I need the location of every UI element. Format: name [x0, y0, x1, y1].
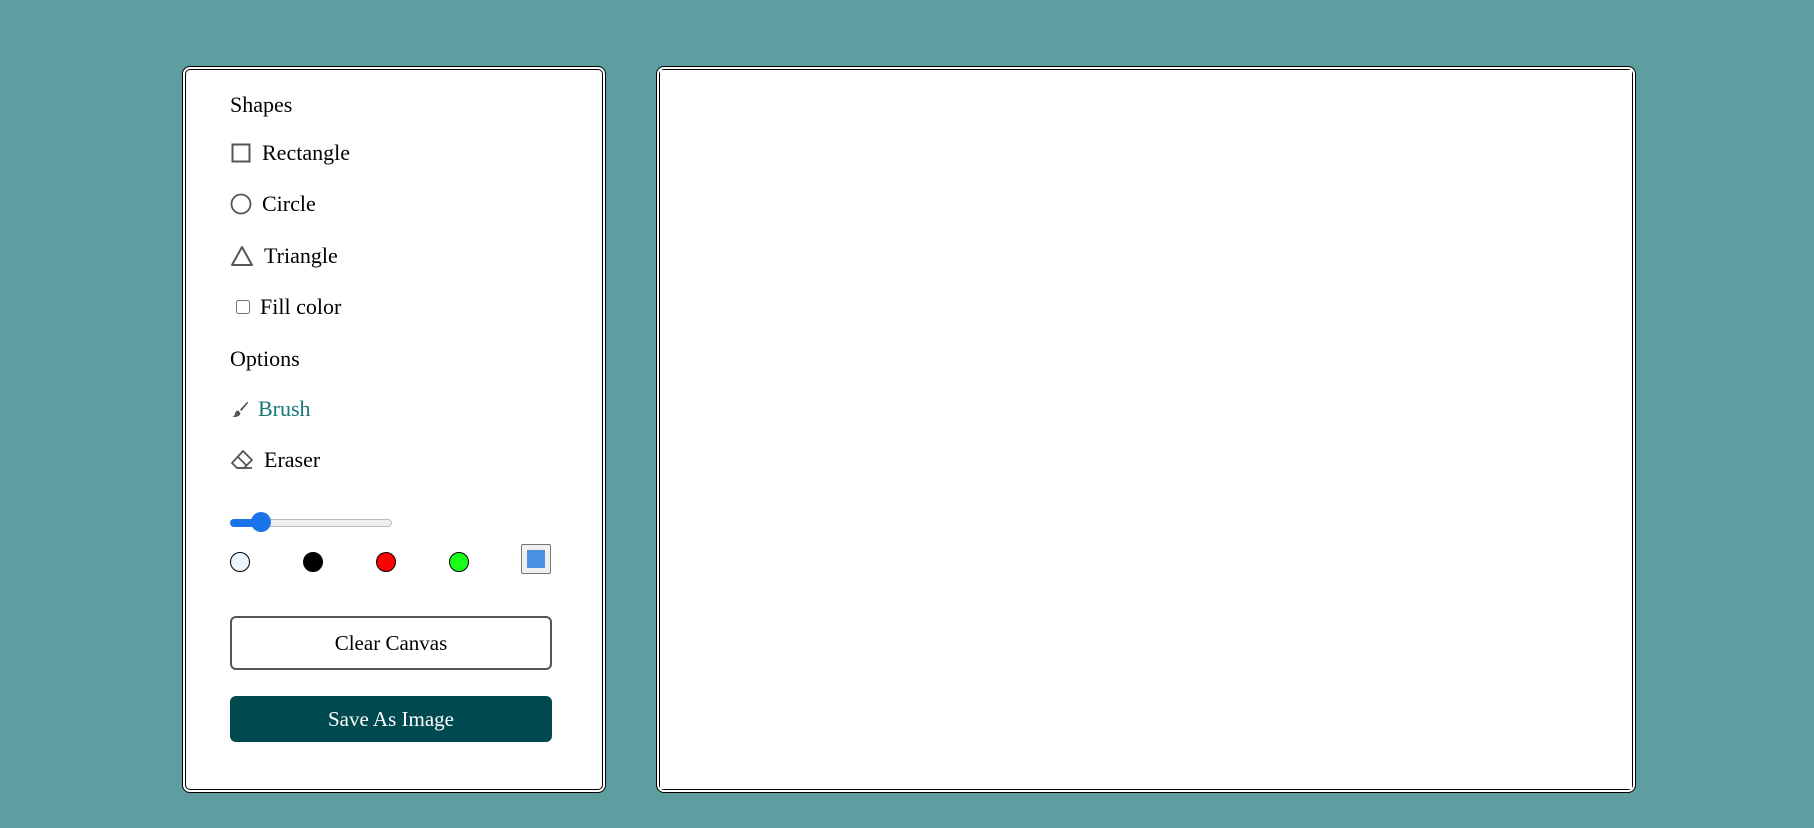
- color-swatch-green[interactable]: [449, 552, 469, 572]
- drawing-canvas[interactable]: [660, 70, 1632, 789]
- tool-circle-label: Circle: [262, 191, 316, 216]
- tool-eraser-label: Eraser: [264, 447, 321, 472]
- tool-eraser[interactable]: Eraser: [230, 447, 320, 473]
- color-swatch-black[interactable]: [303, 552, 323, 572]
- slider-thumb[interactable]: [251, 512, 271, 532]
- tool-rectangle-label: Rectangle: [262, 140, 350, 165]
- save-image-button[interactable]: Save As Image: [230, 696, 552, 742]
- tool-brush-label: Brush: [258, 396, 311, 421]
- clear-canvas-button[interactable]: Clear Canvas: [230, 616, 552, 670]
- triangle-outline-icon: [230, 245, 254, 267]
- eraser-icon: [230, 449, 254, 471]
- tool-triangle[interactable]: Triangle: [230, 243, 338, 269]
- tool-rectangle[interactable]: Rectangle: [230, 140, 350, 166]
- color-picker-value: [527, 550, 545, 568]
- square-outline-icon: [230, 142, 252, 164]
- circle-outline-icon: [230, 193, 252, 215]
- shapes-title: Shapes: [230, 92, 293, 117]
- color-picker[interactable]: [521, 544, 551, 574]
- color-swatch-red[interactable]: [376, 552, 396, 572]
- tools-board: Shapes Rectangle Circle Triangle Fill co…: [182, 66, 606, 793]
- fill-color-option[interactable]: Fill color: [230, 294, 341, 320]
- paintbrush-icon: [230, 398, 250, 420]
- color-options: [230, 544, 556, 592]
- color-swatch-light[interactable]: [230, 552, 250, 572]
- brush-size-slider[interactable]: [230, 512, 394, 532]
- tool-triangle-label: Triangle: [264, 243, 338, 268]
- fill-color-checkbox[interactable]: [236, 300, 250, 314]
- options-title: Options: [230, 346, 300, 371]
- drawing-board: [656, 66, 1636, 793]
- tool-brush[interactable]: Brush: [230, 396, 311, 422]
- tool-circle[interactable]: Circle: [230, 191, 316, 217]
- fill-color-label[interactable]: Fill color: [260, 294, 341, 320]
